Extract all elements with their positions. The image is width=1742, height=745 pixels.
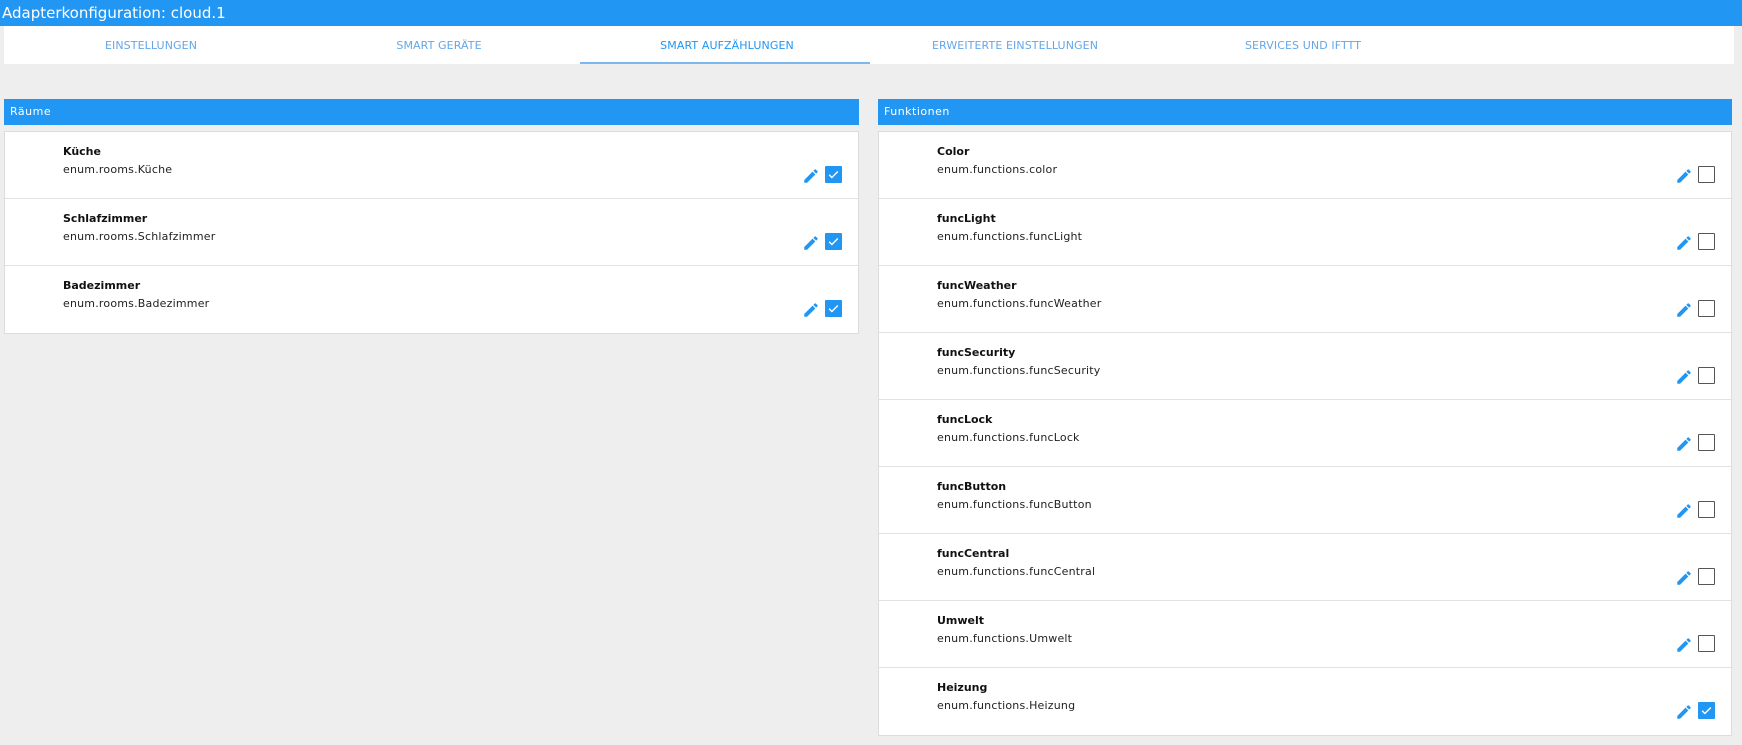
tab-einstellungen[interactable]: EINSTELLUNGEN	[6, 26, 296, 64]
list-item: Badezimmer enum.rooms.Badezimmer	[5, 266, 858, 333]
enabled-checkbox[interactable]	[825, 233, 842, 250]
item-id: enum.functions.Heizung	[937, 699, 1076, 712]
item-id: enum.functions.funcLight	[937, 230, 1083, 243]
check-icon	[828, 171, 839, 179]
list-item: Küche enum.rooms.Küche	[5, 132, 858, 199]
tab-erweiterte-einstellungen[interactable]: ERWEITERTE EINSTELLUNGEN	[870, 26, 1160, 64]
pencil-icon[interactable]	[1675, 703, 1693, 721]
item-id: enum.rooms.Küche	[63, 163, 173, 176]
check-icon	[828, 238, 839, 246]
tab-services-und-ifttt[interactable]: SERVICES UND IFTTT	[1158, 26, 1448, 64]
item-name: funcSecurity	[937, 346, 1016, 359]
enabled-checkbox[interactable]	[1698, 635, 1715, 652]
item-name: Badezimmer	[63, 279, 141, 292]
item-id: enum.rooms.Badezimmer	[63, 297, 210, 310]
item-name: Umwelt	[937, 614, 985, 627]
check-icon	[1701, 707, 1712, 715]
rooms-panel: Räume Küche enum.rooms.Küche Schlafzimmer e…	[4, 99, 859, 334]
list-item: Umwelt enum.functions.Umwelt	[879, 601, 1731, 668]
enabled-checkbox[interactable]	[1698, 166, 1715, 183]
functions-panel: Funktionen Color enum.functions.color func…	[878, 99, 1732, 736]
enabled-checkbox[interactable]	[1698, 568, 1715, 585]
list-item: Schlafzimmer enum.rooms.Schlafzimmer	[5, 199, 858, 266]
item-name: funcCentral	[937, 547, 1010, 560]
item-name: Schlafzimmer	[63, 212, 148, 225]
enabled-checkbox[interactable]	[825, 166, 842, 183]
enabled-checkbox[interactable]	[1698, 233, 1715, 250]
item-id: enum.functions.funcCentral	[937, 565, 1096, 578]
tab-bar: EINSTELLUNGEN SMART GERÄTE SMART AUFZÄHL…	[4, 26, 1734, 64]
list-item: funcWeather enum.functions.funcWeather	[879, 266, 1731, 333]
pencil-icon[interactable]	[802, 234, 820, 252]
window-title: Adapterkonfiguration: cloud.1	[0, 0, 1742, 26]
pencil-icon[interactable]	[1675, 636, 1693, 654]
pencil-icon[interactable]	[1675, 569, 1693, 587]
pencil-icon[interactable]	[1675, 301, 1693, 319]
enabled-checkbox[interactable]	[1698, 501, 1715, 518]
list-item: funcCentral enum.functions.funcCentral	[879, 534, 1731, 601]
item-name: Heizung	[937, 681, 988, 694]
tab-smart-geraete[interactable]: SMART GERÄTE	[294, 26, 584, 64]
rooms-panel-title: Räume	[4, 99, 859, 125]
item-id: enum.functions.funcWeather	[937, 297, 1102, 310]
list-item: funcSecurity enum.functions.funcSecurity	[879, 333, 1731, 400]
item-name: funcLock	[937, 413, 993, 426]
item-name: Küche	[63, 145, 101, 158]
enabled-checkbox[interactable]	[1698, 367, 1715, 384]
item-id: enum.functions.funcButton	[937, 498, 1092, 511]
pencil-icon[interactable]	[1675, 368, 1693, 386]
tab-smart-aufzaehlungen[interactable]: SMART AUFZÄHLUNGEN	[582, 26, 872, 64]
enabled-checkbox[interactable]	[1698, 434, 1715, 451]
item-id: enum.functions.funcSecurity	[937, 364, 1101, 377]
active-tab-indicator	[580, 62, 870, 64]
check-icon	[828, 305, 839, 313]
item-name: funcWeather	[937, 279, 1017, 292]
functions-panel-title: Funktionen	[878, 99, 1732, 125]
item-name: funcLight	[937, 212, 996, 225]
enabled-checkbox[interactable]	[825, 300, 842, 317]
enabled-checkbox[interactable]	[1698, 300, 1715, 317]
rooms-list: Küche enum.rooms.Küche Schlafzimmer enum.ro…	[4, 131, 859, 334]
pencil-icon[interactable]	[1675, 502, 1693, 520]
enabled-checkbox[interactable]	[1698, 702, 1715, 719]
pencil-icon[interactable]	[1675, 435, 1693, 453]
functions-list: Color enum.functions.color funcLight enum.f…	[878, 131, 1732, 736]
pencil-icon[interactable]	[1675, 234, 1693, 252]
item-id: enum.rooms.Schlafzimmer	[63, 230, 216, 243]
pencil-icon[interactable]	[802, 301, 820, 319]
item-id: enum.functions.color	[937, 163, 1058, 176]
list-item: funcButton enum.functions.funcButton	[879, 467, 1731, 534]
pencil-icon[interactable]	[1675, 167, 1693, 185]
item-name: funcButton	[937, 480, 1007, 493]
list-item: Color enum.functions.color	[879, 132, 1731, 199]
item-id: enum.functions.funcLock	[937, 431, 1080, 444]
pencil-icon[interactable]	[802, 167, 820, 185]
list-item: Heizung enum.functions.Heizung	[879, 668, 1731, 735]
item-name: Color	[937, 145, 970, 158]
list-item: funcLock enum.functions.funcLock	[879, 400, 1731, 467]
item-id: enum.functions.Umwelt	[937, 632, 1073, 645]
list-item: funcLight enum.functions.funcLight	[879, 199, 1731, 266]
